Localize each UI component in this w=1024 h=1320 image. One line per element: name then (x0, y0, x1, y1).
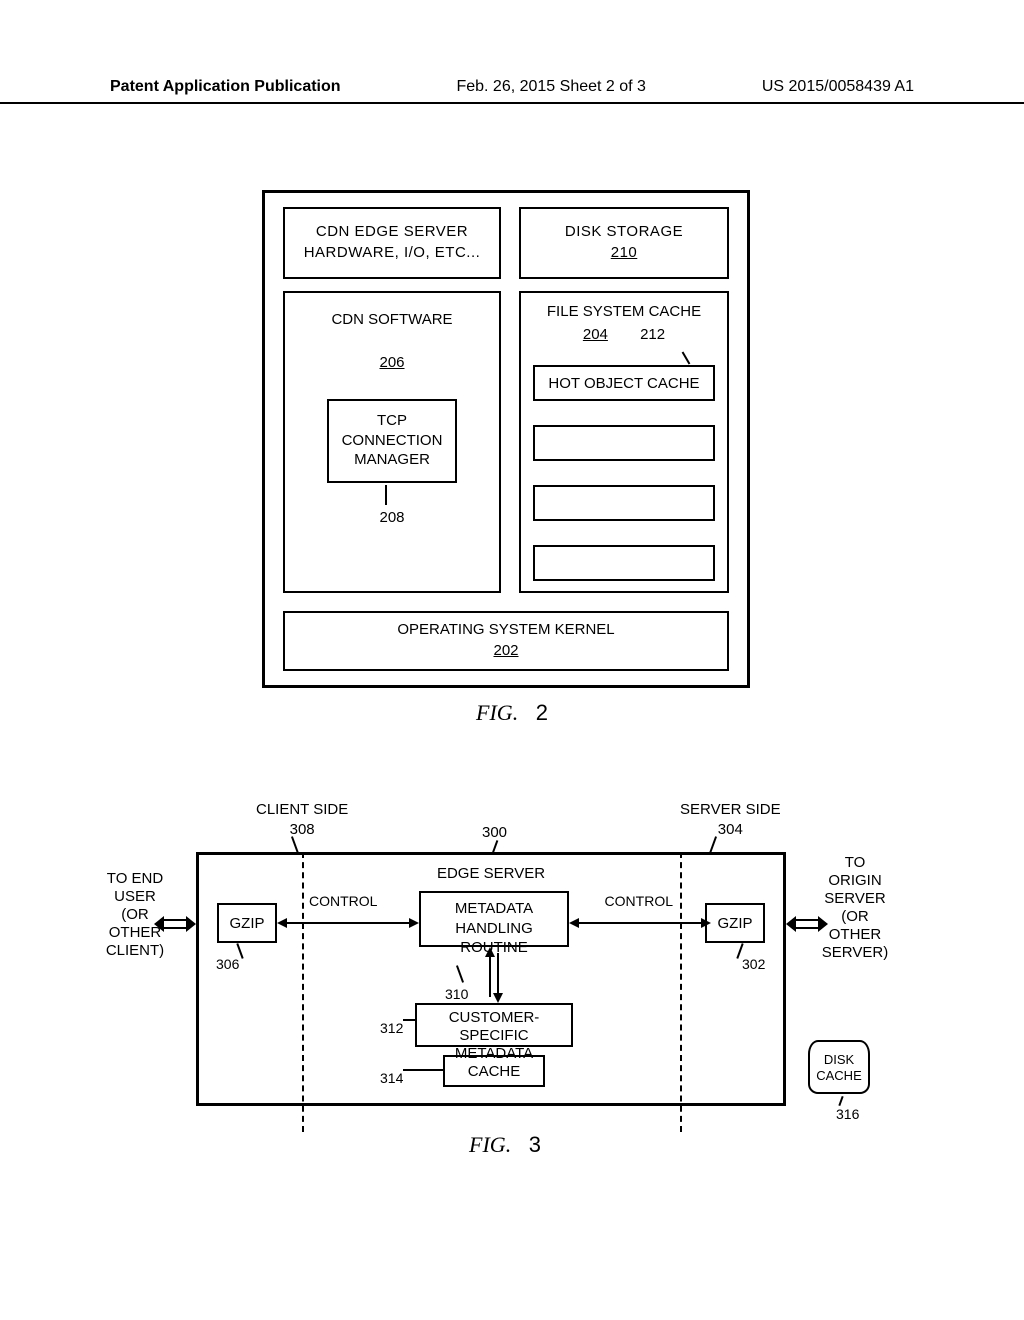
to-end-user-label: TO END USER (OR OTHER CLIENT) (80, 870, 190, 960)
gzip-server-box: GZIP (705, 903, 765, 943)
header-center: Feb. 26, 2015 Sheet 2 of 3 (456, 78, 645, 96)
leader-316 (838, 1096, 843, 1106)
tcp-l1: TCP (329, 411, 455, 431)
toorig-l6: SERVER) (810, 944, 900, 962)
disk-l1: DISK (810, 1052, 868, 1068)
tcp-l3: MANAGER (329, 450, 455, 470)
cache-slot-2 (533, 485, 715, 521)
hw-line2: HARDWARE, I/O, ETC... (285, 242, 499, 263)
control-right-label: CONTROL (605, 893, 673, 909)
fig2-caption: FIG. 2 (0, 700, 1024, 726)
fs-cache-ref: 204 (583, 326, 608, 343)
figure-2: CDN EDGE SERVER HARDWARE, I/O, ETC... DI… (262, 190, 750, 688)
ref-306: 306 (216, 956, 239, 972)
os-kernel-label: OPERATING SYSTEM KERNEL (285, 619, 727, 640)
disk-storage-box: DISK STORAGE 210 (519, 207, 729, 279)
toorig-l1: TO (810, 854, 900, 872)
disk-l2: CACHE (810, 1068, 868, 1084)
toend-l1: TO END (80, 870, 190, 888)
disk-storage-label: DISK STORAGE (521, 221, 727, 242)
to-origin-server-label: TO ORIGIN SERVER (OR OTHER SERVER) (810, 854, 900, 962)
control-left-arrow-icon (277, 909, 419, 937)
tcp-l2: CONNECTION (329, 431, 455, 451)
leader-314 (403, 1069, 443, 1071)
hw-line1: CDN EDGE SERVER (285, 221, 499, 242)
server-side-ref: 304 (680, 820, 781, 840)
ref-302: 302 (742, 956, 765, 972)
client-side-label: CLIENT SIDE 308 (256, 800, 348, 839)
client-side-ref: 308 (256, 820, 348, 840)
file-system-cache-box: FILE SYSTEM CACHE 204 212 HOT OBJECT CAC… (519, 291, 729, 593)
leader-310 (456, 965, 464, 983)
fig2-caption-prefix: FIG. (476, 700, 518, 725)
cdn-software-ref: 206 (285, 354, 499, 371)
header-left: Patent Application Publication (110, 78, 341, 96)
cdn-software-box: CDN SOFTWARE 206 TCP CONNECTION MANAGER … (283, 291, 501, 593)
cdn-software-label: CDN SOFTWARE (285, 311, 499, 328)
control-left-label: CONTROL (309, 893, 377, 909)
hot-object-ref: 212 (640, 326, 665, 343)
ref-312: 312 (380, 1020, 403, 1036)
fig3-caption-prefix: FIG. (469, 1132, 511, 1157)
toorig-l5: OTHER (810, 926, 900, 944)
tcp-ref-leader (385, 485, 387, 505)
csm-l1: CUSTOMER-SPECIFIC (417, 1009, 571, 1045)
fig3-caption: FIG. 3 (110, 1132, 900, 1158)
os-kernel-box: OPERATING SYSTEM KERNEL 202 (283, 611, 729, 671)
toend-l5: CLIENT) (80, 942, 190, 960)
server-side-label: SERVER SIDE 304 (680, 800, 781, 839)
hot-object-cache-box: HOT OBJECT CACHE (533, 365, 715, 401)
os-kernel-ref: 202 (285, 640, 727, 661)
client-side-text: CLIENT SIDE (256, 800, 348, 820)
fs-cache-label: FILE SYSTEM CACHE (521, 303, 727, 320)
cache-box: CACHE (443, 1055, 545, 1087)
disk-cache-cylinder: DISK CACHE (808, 1040, 870, 1094)
cache-slot-3 (533, 545, 715, 581)
leader-312 (403, 1019, 417, 1021)
tcp-connection-manager-box: TCP CONNECTION MANAGER (327, 399, 457, 483)
cdn-edge-server-hw-box: CDN EDGE SERVER HARDWARE, I/O, ETC... (283, 207, 501, 279)
toorig-l4: (OR (810, 908, 900, 926)
fig2-top-row: CDN EDGE SERVER HARDWARE, I/O, ETC... DI… (283, 207, 729, 279)
customer-specific-metadata-box: CUSTOMER-SPECIFIC METADATA (415, 1003, 573, 1047)
toend-l4: OTHER (80, 924, 190, 942)
server-side-text: SERVER SIDE (680, 800, 781, 820)
toend-l3: (OR (80, 906, 190, 924)
figure-3: CLIENT SIDE 308 SERVER SIDE 304 300 EDGE… (110, 780, 900, 1170)
toend-l2: USER (80, 888, 190, 906)
toorig-l2: ORIGIN (810, 872, 900, 890)
header-right: US 2015/0058439 A1 (762, 78, 914, 96)
metadata-handling-routine-box: METADATA HANDLING ROUTINE (419, 891, 569, 947)
control-right-arrow-icon (569, 909, 711, 937)
gzip-client-box: GZIP (217, 903, 277, 943)
ref-316: 316 (836, 1106, 859, 1122)
fig2-mid-row: CDN SOFTWARE 206 TCP CONNECTION MANAGER … (283, 291, 729, 593)
toorig-l3: SERVER (810, 890, 900, 908)
disk-storage-ref: 210 (521, 242, 727, 263)
mhr-csm-arrow-icon (481, 947, 507, 1003)
tcp-ref: 208 (285, 509, 499, 526)
edge-server-label: EDGE SERVER (199, 865, 783, 882)
mhr-l1: METADATA (421, 899, 567, 919)
fig2-caption-num: 2 (536, 700, 548, 725)
edge-server-box: EDGE SERVER GZIP GZIP CONTROL CONTROL ME… (196, 852, 786, 1106)
ref-212-leader (682, 351, 691, 364)
fig3-caption-num: 3 (529, 1132, 541, 1157)
cache-slot-1 (533, 425, 715, 461)
ref-300: 300 (482, 824, 507, 841)
ref-310: 310 (445, 986, 468, 1002)
ref-314: 314 (380, 1070, 403, 1086)
page-header: Patent Application Publication Feb. 26, … (0, 78, 1024, 104)
